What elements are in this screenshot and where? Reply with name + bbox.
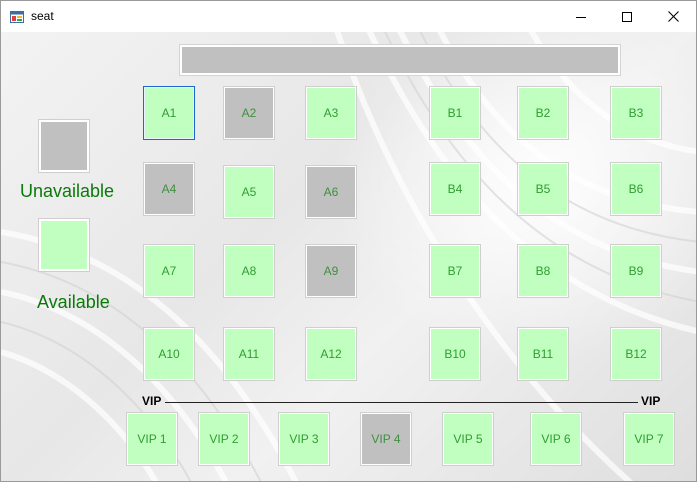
vip-divider-line xyxy=(165,402,638,403)
seat-b6[interactable]: B6 xyxy=(611,163,661,215)
seat-vip-5[interactable]: VIP 5 xyxy=(443,413,493,465)
seat-vip-3[interactable]: VIP 3 xyxy=(279,413,329,465)
seat-b7[interactable]: B7 xyxy=(430,245,480,297)
seat-b12[interactable]: B12 xyxy=(611,328,661,380)
app-window: seat Unavailable Available A1 A2 A3 A4 A… xyxy=(0,0,697,482)
vip-section-label-left: VIP xyxy=(142,394,162,408)
legend-unavailable-label: Unavailable xyxy=(20,181,115,201)
legend-available-label: Available xyxy=(37,292,110,312)
minimize-button[interactable] xyxy=(558,1,604,32)
minimize-icon xyxy=(576,12,586,22)
seat-a12[interactable]: A12 xyxy=(306,328,356,380)
seat-vip-2[interactable]: VIP 2 xyxy=(199,413,249,465)
seat-a10[interactable]: A10 xyxy=(144,328,194,380)
legend-unavailable-swatch xyxy=(39,120,89,172)
seat-b3[interactable]: B3 xyxy=(611,87,661,139)
seat-a8[interactable]: A8 xyxy=(224,245,274,297)
seat-b9[interactable]: B9 xyxy=(611,245,661,297)
seat-vip-4[interactable]: VIP 4 xyxy=(361,413,411,465)
form-client-area: Unavailable Available A1 A2 A3 A4 A5 A6 … xyxy=(1,32,696,481)
seat-a6[interactable]: A6 xyxy=(306,166,356,218)
vip-section-label-right: VIP xyxy=(641,394,661,408)
seat-a11[interactable]: A11 xyxy=(224,328,274,380)
seat-b4[interactable]: B4 xyxy=(430,163,480,215)
app-window-icon xyxy=(10,9,24,23)
seat-vip-7[interactable]: VIP 7 xyxy=(624,413,674,465)
seat-vip-1[interactable]: VIP 1 xyxy=(127,413,177,465)
seat-b11[interactable]: B11 xyxy=(518,328,568,380)
seat-b10[interactable]: B10 xyxy=(430,328,480,380)
seat-b5[interactable]: B5 xyxy=(518,163,568,215)
seat-a3[interactable]: A3 xyxy=(306,87,356,139)
seat-a9[interactable]: A9 xyxy=(306,245,356,297)
maximize-icon xyxy=(622,11,632,22)
seat-a5[interactable]: A5 xyxy=(224,166,274,218)
seat-b1[interactable]: B1 xyxy=(430,87,480,139)
close-button[interactable] xyxy=(650,1,696,32)
screen-indicator xyxy=(180,45,620,75)
seat-a4[interactable]: A4 xyxy=(144,163,194,215)
seat-b8[interactable]: B8 xyxy=(518,245,568,297)
seat-b2[interactable]: B2 xyxy=(518,87,568,139)
window-title: seat xyxy=(31,9,54,23)
maximize-button[interactable] xyxy=(604,1,650,32)
legend-available-swatch xyxy=(39,219,89,271)
title-bar[interactable]: seat xyxy=(1,1,696,32)
seat-a2[interactable]: A2 xyxy=(224,87,274,139)
seat-a1[interactable]: A1 xyxy=(144,87,194,139)
seat-a7[interactable]: A7 xyxy=(144,245,194,297)
close-icon xyxy=(667,11,679,22)
seat-vip-6[interactable]: VIP 6 xyxy=(531,413,581,465)
